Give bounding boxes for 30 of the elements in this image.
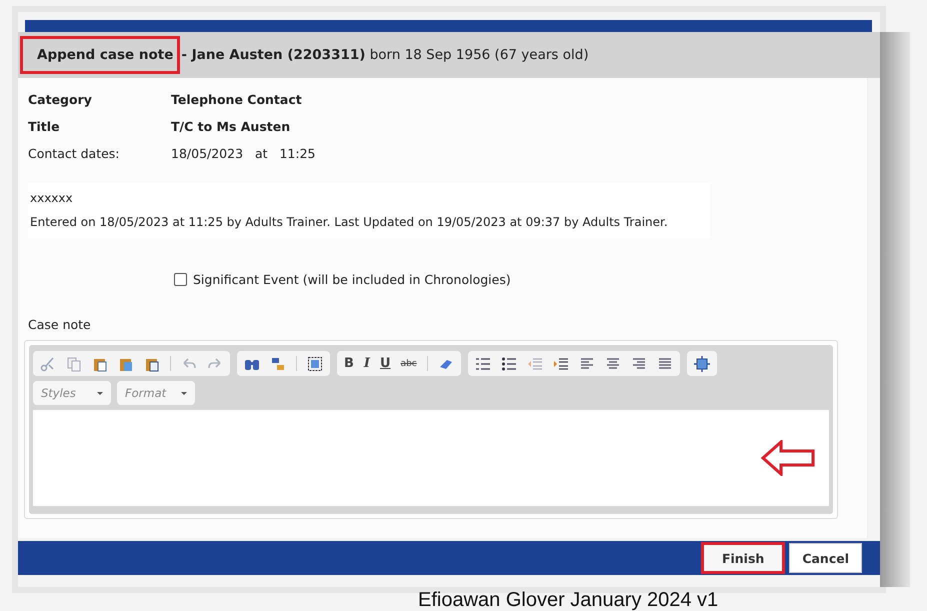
checkbox-label: Significant Event (will be included in Chronologies) [193,272,511,287]
significant-event-checkbox[interactable] [174,273,187,286]
field-label: Title [28,119,61,134]
footer-text: Efioawan Glover January 2024 v1 [418,589,720,611]
field-label: Contact dates: [28,146,121,161]
bullet-list-icon[interactable] [500,356,517,372]
finish-button[interactable]: Finish [700,542,786,574]
field-value: Telephone Contact [171,92,302,107]
align-center-icon[interactable] [604,356,621,372]
maximize-icon[interactable] [694,356,710,372]
case-note-label: Case note [28,317,92,332]
format-button[interactable]: I [364,356,370,371]
dialog-heading: Append case note [20,36,180,74]
field-value: 18/05/2023 at 11:25 [171,146,316,161]
format-button[interactable]: U [380,356,391,371]
align-right-icon[interactable] [630,356,647,372]
indent-icon[interactable] [552,356,569,372]
field-label: Category [28,92,93,107]
numbered-list-icon[interactable] [474,356,491,372]
editor-field[interactable] [33,410,829,506]
note-text: xxxxxx [30,191,74,205]
align-left-icon[interactable] [578,356,595,372]
field-value: T/C to Ms Austen [171,119,290,134]
justify-icon[interactable] [656,356,673,372]
client-details: - Jane Austen (2203311) born 18 Sep 1956 (67 years old) [180,47,589,63]
format-button[interactable]: abc [400,358,417,368]
select-all-icon[interactable] [307,356,323,372]
cancel-button[interactable]: Cancel [789,543,862,573]
note-meta: Entered on 18/05/2023 at 11:25 by Adults Trainer. Last Updated on 19/05/2023 at 09:37 by Adults Trainer. [30,215,669,229]
format-button[interactable]: B [344,356,354,371]
